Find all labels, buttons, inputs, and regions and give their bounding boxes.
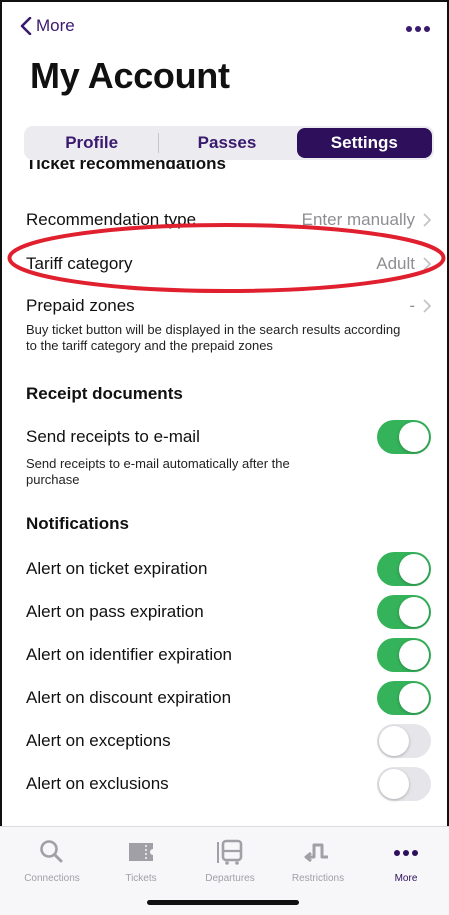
page-title: My Account bbox=[30, 55, 230, 96]
alert-exclusions-row: Alert on exclusions bbox=[26, 767, 431, 801]
alert-ticket-expiration-label: Alert on ticket expiration bbox=[26, 559, 208, 578]
alert-exceptions-toggle[interactable] bbox=[377, 724, 431, 758]
alert-exceptions-row: Alert on exceptions bbox=[26, 724, 431, 758]
receipt-documents-header: Receipt documents bbox=[26, 384, 183, 403]
tabbar-tickets[interactable]: Tickets bbox=[96, 839, 186, 884]
ticket-recommendations-header-text: Ticket recommendations bbox=[26, 160, 226, 173]
prepaid-zones-help: Buy ticket button will be displayed in t… bbox=[26, 322, 401, 353]
back-button[interactable]: More bbox=[20, 16, 75, 36]
tabbar-more[interactable]: More bbox=[361, 839, 449, 884]
chevron-left-icon bbox=[20, 17, 32, 35]
recommendation-type-row[interactable]: Recommendation type Enter manually bbox=[26, 208, 431, 232]
home-indicator bbox=[147, 900, 299, 905]
send-receipts-label: Send receipts to e-mail bbox=[26, 427, 200, 446]
tab-passes[interactable]: Passes bbox=[159, 126, 294, 160]
more-icon bbox=[394, 850, 418, 856]
prepaid-zones-label: Prepaid zones bbox=[26, 296, 135, 315]
send-receipts-toggle[interactable] bbox=[377, 420, 431, 454]
alert-discount-expiration-row: Alert on discount expiration bbox=[26, 681, 431, 715]
tabbar-more-label: More bbox=[394, 873, 418, 884]
alert-pass-expiration-toggle[interactable] bbox=[377, 595, 431, 629]
alert-exclusions-label: Alert on exclusions bbox=[26, 774, 169, 793]
alert-exclusions-toggle[interactable] bbox=[377, 767, 431, 801]
tariff-category-value: Adult bbox=[376, 254, 415, 273]
account-segmented-control: Profile Passes Settings bbox=[24, 126, 434, 160]
tab-settings[interactable]: Settings bbox=[296, 128, 432, 158]
alert-ticket-expiration-row: Alert on ticket expiration bbox=[26, 552, 431, 586]
alert-identifier-expiration-toggle[interactable] bbox=[377, 638, 431, 672]
search-icon bbox=[40, 840, 63, 863]
chevron-right-icon bbox=[423, 213, 431, 227]
detour-icon bbox=[304, 843, 328, 863]
recommendation-type-value: Enter manually bbox=[301, 210, 415, 229]
alert-identifier-expiration-label: Alert on identifier expiration bbox=[26, 645, 233, 664]
notifications-header: Notifications bbox=[26, 514, 129, 533]
tab-profile[interactable]: Profile bbox=[24, 126, 160, 160]
more-options-button[interactable] bbox=[405, 20, 431, 38]
prepaid-zones-value: - bbox=[409, 296, 415, 315]
ellipsis-icon bbox=[406, 26, 430, 32]
ticket-recommendations-header: Ticket recommendations bbox=[26, 160, 226, 180]
chevron-right-icon bbox=[423, 257, 431, 271]
tabbar-restrictions[interactable]: Restrictions bbox=[273, 839, 363, 884]
alert-pass-expiration-label: Alert on pass expiration bbox=[26, 602, 204, 621]
alert-identifier-expiration-row: Alert on identifier expiration bbox=[26, 638, 431, 672]
back-label: More bbox=[36, 16, 75, 35]
alert-discount-expiration-label: Alert on discount expiration bbox=[26, 688, 232, 707]
tariff-category-row[interactable]: Tariff category Adult bbox=[26, 252, 431, 276]
prepaid-zones-row[interactable]: Prepaid zones - bbox=[26, 294, 431, 318]
send-receipts-row: Send receipts to e-mail bbox=[26, 420, 431, 454]
ticket-icon bbox=[129, 843, 153, 861]
tabbar-departures-label: Departures bbox=[205, 873, 255, 884]
tabbar-restrictions-label: Restrictions bbox=[291, 873, 345, 884]
tabbar-departures[interactable]: Departures bbox=[185, 839, 275, 884]
send-receipts-help: Send receipts to e-mail automatically af… bbox=[26, 456, 290, 487]
alert-exceptions-label: Alert on exceptions bbox=[26, 731, 171, 750]
chevron-right-icon bbox=[423, 299, 431, 313]
tabbar-connections[interactable]: Connections bbox=[7, 839, 97, 884]
tabbar-connections-label: Connections bbox=[24, 873, 80, 884]
recommendation-type-label: Recommendation type bbox=[26, 210, 197, 229]
tabbar-tickets-label: Tickets bbox=[125, 873, 157, 884]
tariff-category-label: Tariff category bbox=[26, 254, 133, 273]
bus-icon bbox=[217, 839, 243, 865]
alert-pass-expiration-row: Alert on pass expiration bbox=[26, 595, 431, 629]
alert-discount-expiration-toggle[interactable] bbox=[377, 681, 431, 715]
alert-ticket-expiration-toggle[interactable] bbox=[377, 552, 431, 586]
